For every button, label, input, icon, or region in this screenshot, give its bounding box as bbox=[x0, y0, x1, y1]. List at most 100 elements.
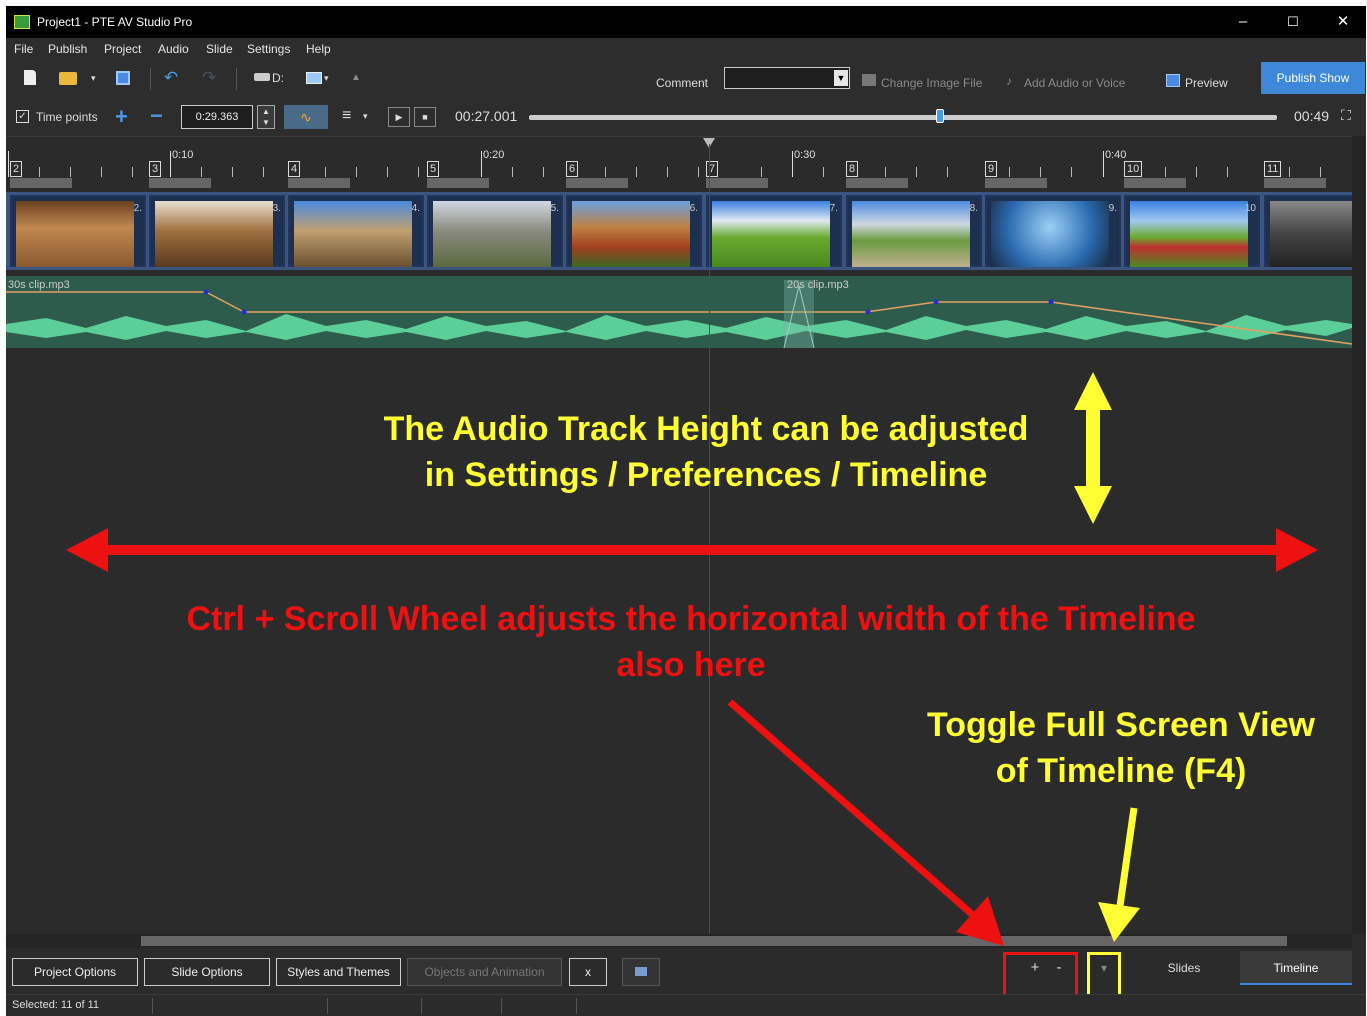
audio-clip-label: 30s clip.mp3 bbox=[8, 279, 70, 291]
vertical-scrollbar[interactable] bbox=[1352, 136, 1366, 934]
slide-thumbnail[interactable]: 10 bbox=[1124, 195, 1260, 267]
menu-file[interactable]: File bbox=[14, 42, 33, 56]
slide-number-marker[interactable]: 7 bbox=[706, 161, 719, 177]
publish-show-button[interactable]: Publish Show bbox=[1261, 62, 1365, 94]
menu-slide[interactable]: Slide bbox=[206, 42, 233, 56]
slide-number-marker[interactable]: 2 bbox=[10, 161, 23, 177]
slide-number-marker[interactable]: 8 bbox=[846, 161, 859, 177]
menu-audio[interactable]: Audio bbox=[158, 42, 189, 56]
tab-slides[interactable]: Slides bbox=[1128, 951, 1240, 985]
app-logo-icon bbox=[14, 15, 30, 29]
x-button[interactable]: x bbox=[569, 958, 607, 986]
menu-publish[interactable]: Publish bbox=[48, 42, 87, 56]
stop-button-icon[interactable]: ■ bbox=[414, 107, 436, 127]
change-image-button[interactable]: Change Image File bbox=[881, 76, 982, 90]
menu-settings[interactable]: Settings bbox=[247, 42, 290, 56]
timeline-ruler[interactable]: 0:10 0:20 0:30 0:40 2 3 4 5 6 7 8 9 10 1… bbox=[6, 136, 1352, 177]
slide-number-marker[interactable]: 6 bbox=[566, 161, 579, 177]
slide-thumbnail[interactable]: 5. bbox=[427, 195, 563, 267]
annotation-height-line1: The Audio Track Height can be adjusted bbox=[383, 410, 1029, 448]
play-button-icon[interactable]: ▶ bbox=[388, 107, 410, 127]
slide-duration-bar bbox=[149, 178, 211, 188]
time-spinner[interactable]: ▲ ▼ bbox=[257, 105, 275, 129]
maximize-button[interactable]: ☐ bbox=[1278, 11, 1308, 33]
ruler-tick bbox=[263, 167, 264, 177]
project-options-button[interactable]: Project Options bbox=[12, 958, 138, 986]
toolbar-separator bbox=[236, 68, 237, 90]
styles-themes-button[interactable]: Styles and Themes bbox=[276, 958, 401, 986]
undo-icon[interactable]: ↶ bbox=[164, 68, 178, 88]
slide-thumbnail[interactable]: 7. bbox=[706, 195, 842, 267]
slide-index: 3. bbox=[272, 203, 281, 214]
preview-icon[interactable] bbox=[1166, 74, 1180, 87]
slide-duration-bar bbox=[985, 178, 1047, 188]
list-dropdown-icon[interactable]: ▾ bbox=[363, 111, 368, 122]
slide-image bbox=[712, 201, 830, 267]
menu-help[interactable]: Help bbox=[306, 42, 331, 56]
slide-number-marker[interactable]: 5 bbox=[427, 161, 440, 177]
timepoints-checkbox[interactable]: ✓ bbox=[16, 110, 29, 123]
slide-index: 2. bbox=[133, 203, 142, 214]
save-icon[interactable] bbox=[116, 71, 130, 85]
fullscreen-icon[interactable]: ⛶ bbox=[1341, 107, 1351, 124]
slide-thumbnail[interactable]: 2. bbox=[10, 195, 146, 267]
slide-image bbox=[991, 201, 1109, 267]
view-mode-icon[interactable] bbox=[306, 72, 322, 84]
horizontal-scrollbar[interactable] bbox=[6, 934, 1352, 948]
position-slider[interactable] bbox=[529, 115, 1277, 120]
slide-thumbnail[interactable]: 6. bbox=[566, 195, 702, 267]
view-mode-dropdown-icon[interactable]: ▾ bbox=[324, 73, 329, 84]
new-file-icon[interactable] bbox=[24, 70, 36, 85]
close-button[interactable]: ✕ bbox=[1328, 11, 1358, 33]
current-time: 00:27.001 bbox=[455, 108, 518, 124]
slide-number-marker[interactable]: 10 bbox=[1124, 161, 1143, 177]
redo-icon[interactable]: ↷ bbox=[202, 68, 216, 88]
drive-icon[interactable] bbox=[254, 73, 270, 81]
slide-number-marker[interactable]: 4 bbox=[288, 161, 301, 177]
slide-thumbnail[interactable]: 3. bbox=[149, 195, 285, 267]
ruler-major-tick bbox=[170, 151, 171, 177]
slide-thumbnail[interactable] bbox=[1264, 195, 1354, 267]
slide-number-marker[interactable]: 11 bbox=[1264, 161, 1282, 177]
list-menu-icon[interactable]: ≡ bbox=[342, 107, 351, 125]
slide-number-marker[interactable]: 9 bbox=[985, 161, 998, 177]
bottom-bar: Project Options Slide Options Styles and… bbox=[6, 948, 1366, 998]
ruler-tick bbox=[636, 167, 637, 177]
comment-input[interactable] bbox=[724, 67, 850, 89]
add-timepoint-icon[interactable]: + bbox=[115, 104, 128, 130]
ruler-tick bbox=[387, 167, 388, 177]
tab-timeline[interactable]: Timeline bbox=[1240, 951, 1352, 985]
ruler-tick bbox=[101, 167, 102, 177]
edit-image-button[interactable] bbox=[622, 958, 660, 986]
position-slider-thumb[interactable] bbox=[936, 109, 945, 123]
add-audio-icon[interactable]: ♪ bbox=[1006, 74, 1012, 88]
ruler-tick bbox=[325, 167, 326, 177]
slide-thumbnail[interactable]: 8. bbox=[846, 195, 982, 267]
comment-dropdown-icon[interactable]: ▼ bbox=[834, 70, 848, 86]
slide-options-button[interactable]: Slide Options bbox=[144, 958, 270, 986]
slide-thumbnail[interactable]: 9. bbox=[985, 195, 1121, 267]
slide-number-marker[interactable]: 3 bbox=[149, 161, 162, 177]
ruler-major-tick bbox=[8, 151, 9, 177]
status-separator bbox=[152, 998, 153, 1014]
open-folder-icon[interactable] bbox=[59, 72, 77, 85]
change-image-icon[interactable] bbox=[862, 74, 876, 86]
annotation-width-line2: also here bbox=[616, 646, 766, 684]
time-input[interactable]: 0:29.363 bbox=[181, 105, 253, 129]
open-dropdown-icon[interactable]: ▾ bbox=[91, 73, 96, 84]
audio-track[interactable]: 30s clip.mp3 20s clip.mp3 bbox=[6, 276, 1352, 348]
slide-thumbnail[interactable]: 4. bbox=[288, 195, 424, 267]
preview-button[interactable]: Preview bbox=[1185, 76, 1228, 90]
ruler-tick bbox=[823, 167, 824, 177]
menu-project[interactable]: Project bbox=[104, 42, 141, 56]
ruler-tick bbox=[1289, 167, 1290, 177]
minimize-button[interactable]: – bbox=[1228, 11, 1258, 33]
slide-index: 10 bbox=[1244, 203, 1256, 214]
window-title: Project1 - PTE AV Studio Pro bbox=[37, 15, 193, 29]
objects-animation-button[interactable]: Objects and Animation bbox=[407, 958, 562, 986]
waveform-toggle-icon[interactable]: ∿ bbox=[284, 105, 328, 129]
remove-timepoint-icon[interactable]: − bbox=[150, 103, 163, 129]
drive-label[interactable]: D: bbox=[272, 71, 284, 85]
add-audio-button[interactable]: Add Audio or Voice bbox=[1024, 76, 1125, 90]
up-arrow-icon[interactable]: ▲ bbox=[351, 72, 361, 83]
